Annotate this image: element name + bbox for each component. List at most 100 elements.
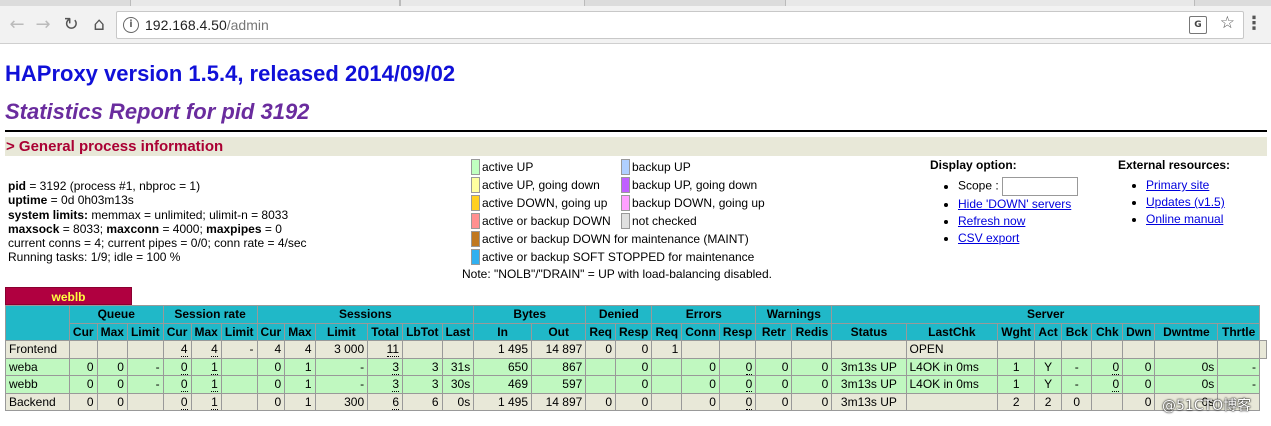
table-cell: 0	[755, 392, 793, 411]
group-header: Warnings	[755, 305, 833, 324]
csv-export-link[interactable]: CSV export	[958, 231, 1019, 245]
legend-label: backup DOWN, going up	[632, 196, 765, 210]
home-icon[interactable]: ⌂	[86, 12, 112, 38]
translate-icon[interactable]: G	[1189, 16, 1207, 34]
column-header: Dwntme	[1154, 322, 1219, 341]
cell-value: 0	[180, 394, 188, 410]
cell-value: Frontend	[9, 342, 58, 357]
scope-label: Scope :	[958, 178, 999, 193]
cell-value: -	[249, 342, 254, 357]
stats-table: Queue Session rate Sessions Bytes Denied Erro…	[5, 305, 1267, 411]
table-cell: 3	[367, 357, 404, 376]
table-cell: 0	[68, 392, 98, 411]
column-header: Max	[96, 322, 128, 341]
url-host: 192.168.4.50	[145, 17, 227, 33]
table-cell: 0	[256, 375, 286, 394]
updates-link[interactable]: Updates (v1.5)	[1146, 195, 1225, 209]
cell-value: 469	[507, 377, 529, 392]
cell-value: 0	[274, 359, 282, 374]
column-header: Cur	[68, 322, 98, 341]
url-text[interactable]: 192.168.4.50/admin	[145, 17, 269, 33]
refresh-now-link[interactable]: Refresh now	[958, 214, 1025, 228]
table-cell: 0	[791, 375, 833, 394]
legend-item: active or backup DOWN for maintenance (M…	[471, 231, 749, 249]
divider	[5, 130, 1267, 132]
cell-value: 0s	[457, 394, 471, 409]
cell-value: -	[155, 359, 160, 374]
table-cell	[126, 392, 164, 411]
cell-value: L4OK in 0ms	[909, 377, 979, 392]
table-cell: 0	[1091, 375, 1124, 394]
table-cell: Y	[1034, 375, 1062, 394]
process-value: = 8033;	[59, 221, 107, 236]
table-cell: 3 000	[314, 340, 369, 359]
column-header: Limit	[314, 322, 369, 341]
column-header: LbTot	[402, 322, 443, 341]
cell-value: 0	[641, 342, 649, 357]
cell-value: 0	[274, 394, 282, 409]
table-cell	[681, 340, 720, 359]
bookmark-star-icon[interactable]: ☆	[1220, 13, 1235, 33]
column-header: Limit	[126, 322, 164, 341]
watermark: @51CTO博客	[1162, 398, 1252, 414]
table-cell: 1	[284, 375, 316, 394]
forward-arrow-icon[interactable]: →	[30, 12, 56, 38]
column-header: Thrtle	[1217, 322, 1260, 341]
browser-menu-icon[interactable]: ⋮	[1245, 13, 1263, 35]
table-cell: 11	[367, 340, 404, 359]
cell-value: 0	[709, 359, 716, 374]
table-cell	[651, 392, 683, 411]
process-value: = 4000;	[159, 221, 207, 236]
cell-value: OPEN	[909, 342, 944, 357]
table-cell: 1 495	[473, 392, 533, 411]
table-cell: 300	[314, 392, 369, 411]
group-header: Queue	[68, 305, 164, 324]
scope-input[interactable]	[1002, 177, 1079, 196]
process-key: maxsock	[8, 221, 60, 236]
cell-value: 0	[86, 377, 94, 392]
column-header: Out	[531, 322, 587, 341]
proxy-name-tab[interactable]: weblb	[5, 287, 132, 305]
table-cell: 1	[190, 357, 222, 376]
table-cell: 0	[718, 375, 757, 394]
cell-value: 0	[821, 377, 829, 392]
table-cell	[651, 357, 683, 376]
reload-icon[interactable]: ↻	[58, 12, 84, 38]
cell-value: 3	[431, 377, 439, 392]
address-bar[interactable]: i 192.168.4.50/admin G ☆	[116, 11, 1244, 39]
row-name: weba	[5, 357, 70, 376]
table-cell: 0	[614, 375, 653, 394]
legend-note: Note: "NOLB"/"DRAIN" = UP with load-bala…	[462, 267, 772, 281]
cell-value: 0	[641, 359, 649, 374]
table-cell: 0	[68, 357, 98, 376]
table-cell: 0	[614, 392, 653, 411]
table-cell: 0	[755, 375, 793, 394]
table-cell: 0	[68, 375, 98, 394]
process-info: pid = 3192 (process #1, nbproc = 1) uptim…	[8, 179, 307, 265]
table-cell	[1122, 340, 1156, 359]
table-cell: 3m13s UP	[831, 392, 907, 411]
table-cell	[68, 340, 98, 359]
cell-value: 0	[605, 342, 612, 357]
cell-value: 1 495	[497, 342, 529, 357]
cell-value: 1	[211, 394, 218, 410]
legend-item: active UP, going down	[471, 177, 600, 195]
hide-down-link[interactable]: Hide 'DOWN' servers	[958, 197, 1071, 211]
primary-site-link[interactable]: Primary site	[1146, 178, 1209, 192]
process-value: current conns = 4; current pipes = 0/0; …	[8, 236, 307, 251]
external-resources-heading: External resources:	[1118, 158, 1231, 172]
table-cell: 2	[1034, 392, 1062, 411]
cell-value: 3m13s UP	[840, 359, 897, 374]
cell-value: 1 495	[497, 394, 529, 409]
cell-value: -	[360, 377, 365, 392]
online-manual-link[interactable]: Online manual	[1146, 212, 1223, 226]
cell-value: 867	[562, 359, 583, 374]
legend-label: active or backup DOWN	[482, 214, 611, 228]
cell-value: 6	[392, 394, 400, 410]
column-header: Conn	[681, 322, 720, 341]
column-header: Act	[1034, 322, 1062, 341]
legend-item: not checked	[621, 213, 697, 231]
cell-value: 0	[117, 377, 124, 392]
site-info-icon[interactable]: i	[123, 17, 139, 33]
back-arrow-icon[interactable]: ←	[4, 12, 30, 38]
